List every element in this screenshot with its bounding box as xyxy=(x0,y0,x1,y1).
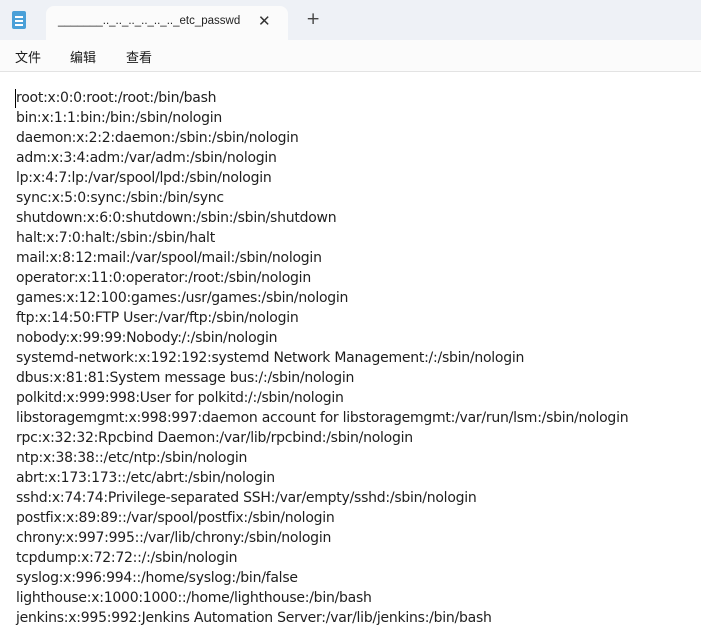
close-icon[interactable]: ✕ xyxy=(258,12,271,30)
text-line: games:x:12:100:games:/usr/games:/sbin/no… xyxy=(16,290,349,306)
text-editor[interactable]: root:x:0:0:root:/root:/bin/bash bin:x:1:… xyxy=(0,72,701,628)
text-line: rpc:x:32:32:Rpcbind Daemon:/var/lib/rpcb… xyxy=(16,430,413,446)
notepad-icon xyxy=(12,11,26,29)
text-line: sync:x:5:0:sync:/sbin:/bin/sync xyxy=(16,190,224,206)
text-line: nobody:x:99:99:Nobody:/:/sbin/nologin xyxy=(16,330,278,346)
text-line: chrony:x:997:995::/var/lib/chrony:/sbin/… xyxy=(16,530,332,546)
text-line: mail:x:8:12:mail:/var/spool/mail:/sbin/n… xyxy=(16,250,322,266)
new-tab-icon[interactable]: + xyxy=(306,10,320,28)
menu-bar: 文件 编辑 查看 xyxy=(0,40,701,72)
menu-file[interactable]: 文件 xyxy=(15,47,41,66)
text-line: operator:x:11:0:operator:/root:/sbin/nol… xyxy=(16,270,311,286)
text-line: lp:x:4:7:lp:/var/spool/lpd:/sbin/nologin xyxy=(16,170,272,186)
text-line: tcpdump:x:72:72::/:/sbin/nologin xyxy=(16,550,238,566)
tab-etc-passwd[interactable]: _______.._.._.._.._.._.._etc_passwd ✕ xyxy=(46,6,288,40)
text-line: ntp:x:38:38::/etc/ntp:/sbin/nologin xyxy=(16,450,248,466)
text-line: dbus:x:81:81:System message bus:/:/sbin/… xyxy=(16,370,355,386)
text-line: libstoragemgmt:x:998:997:daemon account … xyxy=(16,410,629,426)
text-line: abrt:x:173:173::/etc/abrt:/sbin/nologin xyxy=(16,470,275,486)
text-line: root:x:0:0:root:/root:/bin/bash xyxy=(16,90,217,106)
text-line: adm:x:3:4:adm:/var/adm:/sbin/nologin xyxy=(16,150,277,166)
menu-view[interactable]: 查看 xyxy=(126,47,152,66)
text-line: polkitd:x:999:998:User for polkitd:/:/sb… xyxy=(16,390,344,406)
text-line: shutdown:x:6:0:shutdown:/sbin:/sbin/shut… xyxy=(16,210,337,226)
text-line: lighthouse:x:1000:1000::/home/lighthouse… xyxy=(16,590,372,606)
text-line: systemd-network:x:192:192:systemd Networ… xyxy=(16,350,525,366)
text-line: daemon:x:2:2:daemon:/sbin:/sbin/nologin xyxy=(16,130,299,146)
text-line: jenkins:x:995:992:Jenkins Automation Ser… xyxy=(16,610,492,626)
text-line: ftp:x:14:50:FTP User:/var/ftp:/sbin/nolo… xyxy=(16,310,299,326)
menu-edit[interactable]: 编辑 xyxy=(70,47,96,66)
text-line: sshd:x:74:74:Privilege-separated SSH:/va… xyxy=(16,490,477,506)
tab-title: _______.._.._.._.._.._.._etc_passwd xyxy=(58,15,241,27)
text-line: halt:x:7:0:halt:/sbin:/sbin/halt xyxy=(16,230,215,246)
text-line: bin:x:1:1:bin:/bin:/sbin/nologin xyxy=(16,110,222,126)
text-line: postfix:x:89:89::/var/spool/postfix:/sbi… xyxy=(16,510,335,526)
text-line: syslog:x:996:994::/home/syslog:/bin/fals… xyxy=(16,570,298,586)
title-bar: _______.._.._.._.._.._.._etc_passwd ✕ + xyxy=(0,0,701,40)
